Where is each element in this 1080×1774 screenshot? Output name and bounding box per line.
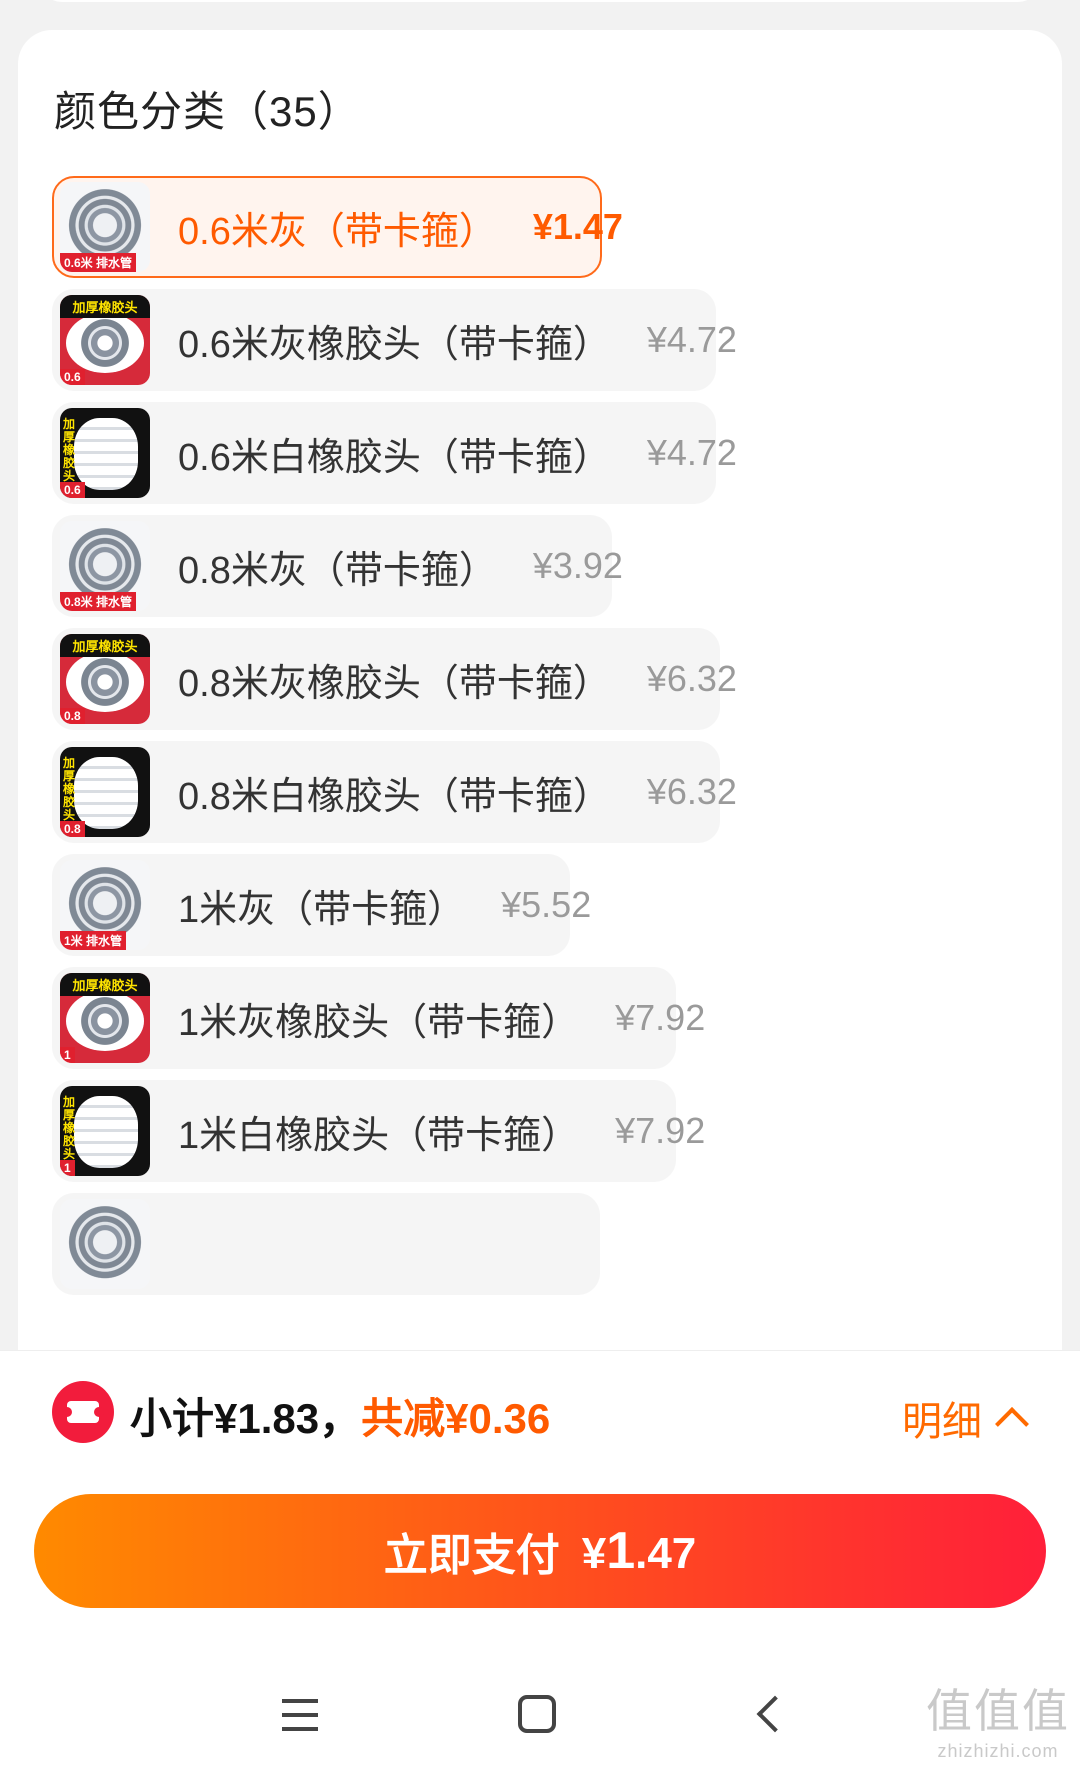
detail-label: 明细: [902, 1400, 982, 1444]
option-price: ¥3.92: [532, 545, 623, 586]
option-thumbnail: 1米 排水管: [60, 860, 150, 950]
pay-amount: ¥1.47: [581, 1522, 697, 1580]
option-price: ¥6.32: [646, 658, 737, 699]
option-thumbnail: 加厚橡胶头 0.6: [60, 408, 150, 498]
option-item-selected[interactable]: 0.6米 排水管 0.6米灰（带卡箍） ¥1.47: [52, 176, 623, 278]
option-thumbnail: 加厚橡胶头 1: [60, 973, 150, 1063]
option-item-partial[interactable]: [52, 1193, 600, 1295]
option-price: ¥7.92: [615, 997, 706, 1038]
option-item[interactable]: 加厚橡胶头 1 1米灰橡胶头（带卡箍） ¥7.92: [52, 967, 705, 1069]
option-name: 0.8米灰（带卡箍）: [178, 549, 497, 592]
option-item[interactable]: 加厚橡胶头 0.8 0.8米白橡胶头（带卡箍） ¥6.32: [52, 741, 737, 843]
checkout-bar: 小计¥1.83，共减¥0.36 明细 立即支付 ¥1.47 值值值 zhizhi…: [0, 1350, 1080, 1774]
recent-apps-icon[interactable]: [282, 1699, 318, 1731]
option-name: 0.6米灰（带卡箍）: [178, 210, 497, 253]
option-price: ¥5.52: [501, 884, 592, 925]
home-icon[interactable]: [518, 1695, 556, 1733]
option-thumbnail: 0.8米 排水管: [60, 521, 150, 611]
option-item[interactable]: 加厚橡胶头 0.8 0.8米灰橡胶头（带卡箍） ¥6.32: [52, 628, 737, 730]
option-thumbnail: 加厚橡胶头 0.8: [60, 747, 150, 837]
option-price: ¥4.72: [646, 319, 737, 360]
option-name: 0.6米灰橡胶头（带卡箍）: [178, 323, 611, 366]
detail-toggle[interactable]: 明细: [902, 1389, 1029, 1447]
option-price: ¥7.92: [615, 1110, 706, 1151]
sku-selector-sheet: 颜色分类（35） 0.6米 排水管 0.6米灰（带卡箍） ¥1.47 加厚橡胶头…: [18, 30, 1062, 1350]
option-name: 0.8米白橡胶头（带卡箍）: [178, 775, 611, 818]
option-thumbnail: 加厚橡胶头 1: [60, 1086, 150, 1176]
option-item[interactable]: 加厚橡胶头 0.6 0.6米灰橡胶头（带卡箍） ¥4.72: [52, 289, 737, 391]
previous-card-edge: [40, 0, 1040, 2]
option-thumbnail: 0.6米 排水管: [60, 182, 150, 272]
option-name: 1米灰橡胶头（带卡箍）: [178, 1001, 580, 1044]
option-name: 0.8米灰橡胶头（带卡箍）: [178, 662, 611, 705]
chevron-up-icon: [995, 1407, 1029, 1441]
option-item[interactable]: 1米 排水管 1米灰（带卡箍） ¥5.52: [52, 854, 591, 956]
option-name: 1米白橡胶头（带卡箍）: [178, 1114, 580, 1157]
option-price: ¥4.72: [646, 432, 737, 473]
option-thumbnail: 加厚橡胶头 0.8: [60, 634, 150, 724]
watermark: 值值值 zhizhizhi.com: [926, 1684, 1070, 1761]
discount-label: 共减¥0.36: [361, 1395, 551, 1442]
coupon-icon: [52, 1381, 114, 1443]
color-category-title: 颜色分类（35）: [54, 88, 361, 135]
option-thumbnail: [60, 1199, 150, 1289]
option-price: ¥6.32: [646, 771, 737, 812]
option-item[interactable]: 0.8米 排水管 0.8米灰（带卡箍） ¥3.92: [52, 515, 623, 617]
subtotal-label: 小计¥1.83，: [130, 1395, 362, 1442]
option-thumbnail: 加厚橡胶头 0.6: [60, 295, 150, 385]
subtotal-text: 小计¥1.83，共减¥0.36: [130, 1385, 550, 1446]
option-name: 1米灰（带卡箍）: [178, 888, 466, 931]
system-nav-bar: [0, 1671, 1080, 1761]
option-price: ¥1.47: [532, 206, 623, 247]
option-item[interactable]: 加厚橡胶头 0.6 0.6米白橡胶头（带卡箍） ¥4.72: [52, 402, 737, 504]
option-name: 0.6米白橡胶头（带卡箍）: [178, 436, 611, 479]
pay-label: 立即支付: [383, 1531, 560, 1580]
pay-now-button[interactable]: 立即支付 ¥1.47: [34, 1494, 1046, 1608]
option-item[interactable]: 加厚橡胶头 1 1米白橡胶头（带卡箍） ¥7.92: [52, 1080, 705, 1182]
back-icon[interactable]: [756, 1695, 794, 1733]
